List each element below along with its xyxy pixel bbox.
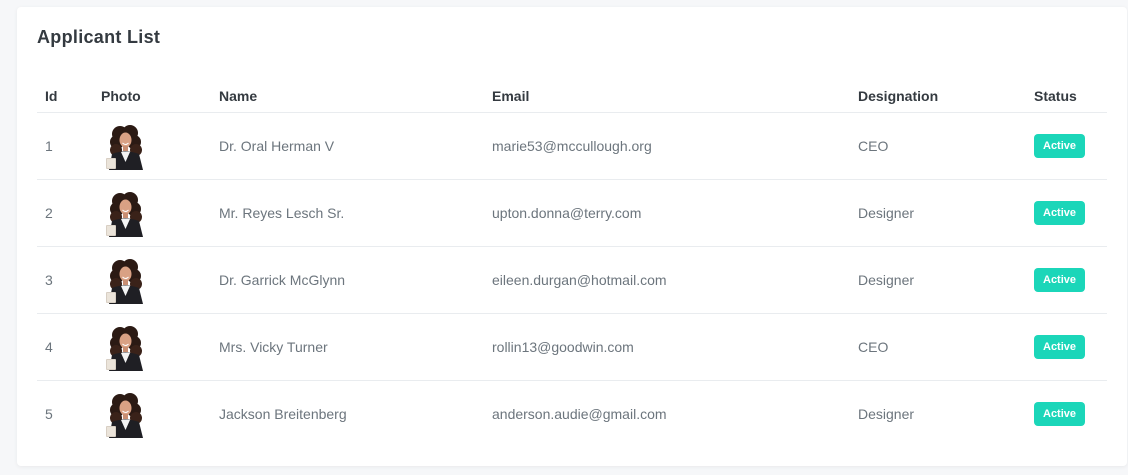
table-row: 3 Dr. Garrick McGlynn eileen.durgan@hotm… — [37, 246, 1107, 314]
cell-designation: Designer — [858, 406, 915, 422]
cell-status: Active — [1026, 313, 1107, 381]
table-row: 5 Jackson Breitenberg anderson.audie@gma… — [37, 381, 1107, 448]
cell-email: rollin13@goodwin.com — [484, 313, 850, 381]
status-badge: Active — [1034, 335, 1086, 359]
cell-designation: CEO — [850, 313, 1026, 381]
cell-status: Active — [1026, 179, 1107, 247]
cell-designation: CEO — [850, 112, 1026, 180]
avatar-woman-icon — [103, 390, 149, 438]
avatar-woman-icon — [103, 122, 149, 170]
applicant-table: Id Photo Name Email Designation Status 1… — [37, 80, 1107, 447]
cell-name: Jackson Breitenberg — [219, 406, 347, 422]
cell-name: Mr. Reyes Lesch Sr. — [211, 179, 484, 247]
cell-id: 1 — [37, 112, 93, 180]
cell-designation: Designer — [850, 179, 1026, 247]
header-designation: Designation — [850, 80, 1026, 113]
applicant-list-card: Applicant List Id Photo Name Email Desig… — [17, 7, 1127, 466]
cell-status: Active — [1026, 112, 1107, 180]
status-badge: Active — [1034, 268, 1086, 292]
cell-email: upton.donna@terry.com — [484, 179, 850, 247]
cell-photo — [93, 112, 211, 180]
cell-photo — [93, 381, 211, 448]
card-title: Applicant List — [37, 27, 161, 47]
cell-name: Mrs. Vicky Turner — [211, 313, 484, 381]
table-row: 4 Mrs. Vicky Turner rollin13@goodwin.com… — [37, 313, 1107, 381]
avatar-woman-icon — [103, 189, 149, 237]
cell-photo — [93, 246, 211, 314]
table-header-row: Id Photo Name Email Designation Status — [37, 80, 1107, 113]
avatar-woman-icon — [103, 323, 149, 371]
header-name: Name — [211, 80, 484, 113]
cell-status: Active — [1026, 246, 1107, 314]
cell-id: 3 — [37, 246, 93, 314]
cell-status: Active — [1026, 381, 1107, 448]
avatar-woman-icon — [103, 256, 149, 304]
cell-designation: Designer — [850, 246, 1026, 314]
status-badge: Active — [1034, 402, 1086, 426]
cell-id: 2 — [37, 179, 93, 247]
header-email: Email — [484, 80, 850, 113]
cell-name: Dr. Oral Herman V — [211, 112, 484, 180]
table-row: 2 Mr. Reyes Lesch Sr. upton.donna@terry.… — [37, 179, 1107, 247]
cell-name: Dr. Garrick McGlynn — [211, 246, 484, 314]
cell-id: 4 — [37, 313, 93, 381]
cell-email: eileen.durgan@hotmail.com — [484, 246, 850, 314]
table-row: 1 Dr. Oral Herman V marie53@mccullough.o… — [37, 112, 1107, 180]
cell-photo — [93, 313, 211, 381]
header-id: Id — [37, 80, 93, 113]
cell-email: anderson.audie@gmail.com — [492, 406, 667, 422]
cell-email: marie53@mccullough.org — [484, 112, 850, 180]
cell-photo — [93, 179, 211, 247]
cell-id: 5 — [45, 406, 53, 422]
header-photo: Photo — [93, 80, 211, 113]
header-status: Status — [1026, 80, 1107, 113]
status-badge: Active — [1034, 134, 1086, 158]
status-badge: Active — [1034, 201, 1086, 225]
